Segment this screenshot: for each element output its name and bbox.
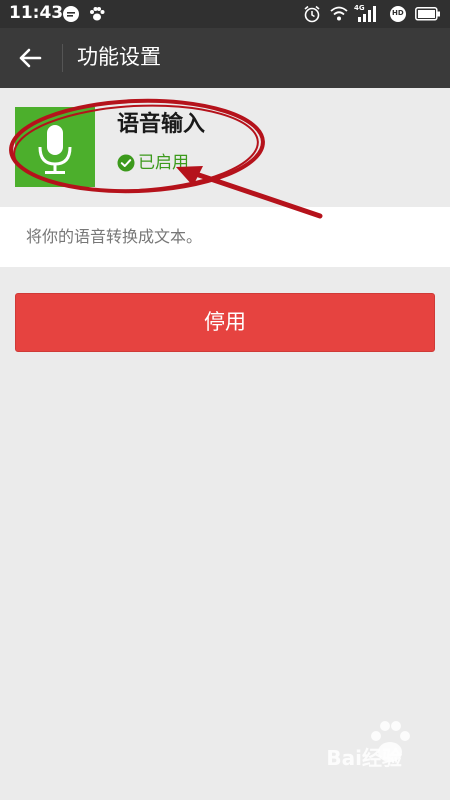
- watermark-text: Bai经验: [326, 746, 402, 770]
- annotation-overlay: [9, 98, 323, 219]
- annotation-ellipse: [9, 98, 265, 194]
- annotation-arrow: [176, 166, 323, 219]
